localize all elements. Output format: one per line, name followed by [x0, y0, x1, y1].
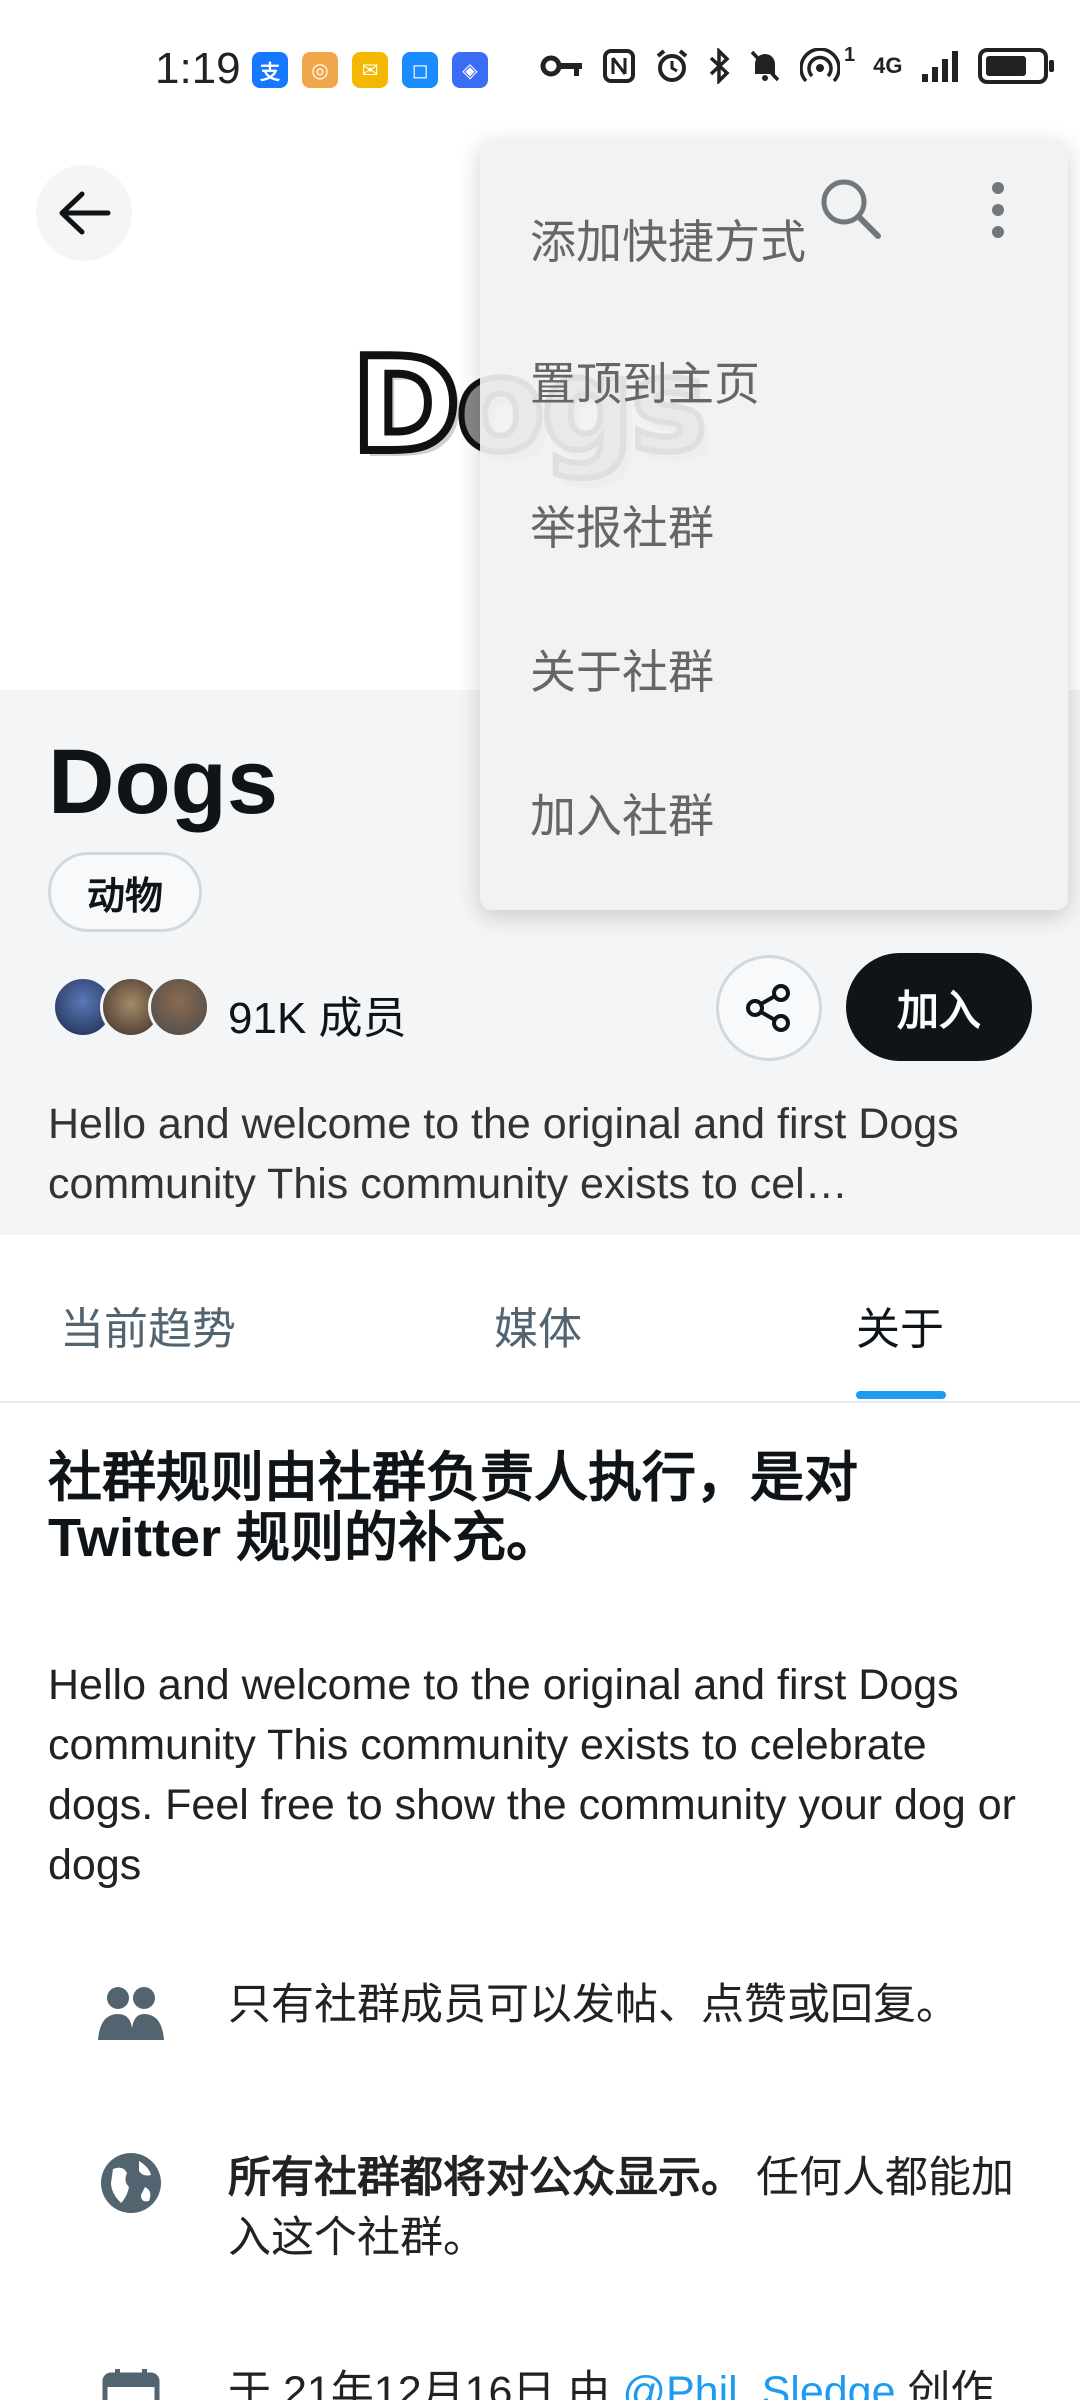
share-icon — [746, 984, 790, 1032]
rule-bold-text: 所有社群都将对公众显示。 — [228, 2154, 744, 2202]
rule-text: 所有社群都将对公众显示。 任何人都能加入这个社群。 — [228, 2148, 1028, 2268]
alipay-icon: 支 — [252, 52, 288, 88]
people-icon — [96, 1979, 166, 2049]
creator-link[interactable]: @Phil_Sledge — [622, 2368, 895, 2400]
nfc-icon — [603, 49, 635, 83]
tab-media[interactable]: 媒体 — [494, 1293, 582, 1357]
tab-about[interactable]: 关于 — [856, 1293, 944, 1357]
mute-icon — [750, 50, 780, 82]
key-icon — [540, 55, 582, 77]
signal-icon — [922, 51, 959, 82]
category-chip[interactable]: 动物 — [48, 852, 203, 932]
avatar — [148, 976, 210, 1038]
status-time: 1:19 — [155, 44, 241, 93]
community-name: Dogs — [48, 731, 278, 833]
calendar-icon — [96, 2362, 166, 2400]
menu-item-pin-to-home[interactable]: 置顶到主页 — [530, 348, 760, 414]
overflow-menu: 添加快捷方式 置顶到主页 举报社群 关于社群 加入社群 — [480, 140, 1068, 910]
app-notification-icon: ◈ — [452, 52, 488, 88]
network-type: 4G — [873, 53, 903, 78]
tab-trending[interactable]: 当前趋势 — [60, 1293, 236, 1357]
join-button[interactable]: 加入 — [846, 953, 1032, 1061]
bluetooth-icon — [709, 48, 730, 84]
mail-icon: ✉ — [352, 52, 388, 88]
menu-item-add-shortcut[interactable]: 添加快捷方式 — [530, 206, 806, 272]
globe-icon — [96, 2148, 166, 2218]
tab-bar: 当前趋势 媒体 关于 — [0, 1235, 1080, 1403]
share-button[interactable] — [716, 955, 822, 1061]
rule-text: 只有社群成员可以发帖、点赞或回复。 — [228, 1981, 959, 2029]
tab-indicator — [856, 1391, 946, 1399]
rule-text: 于 21年12月16日 由 @Phil_Sledge 创作 — [228, 2362, 1028, 2400]
member-count[interactable]: 91K 成员 — [228, 982, 407, 1046]
app-notification-icon: ◎ — [302, 52, 338, 88]
alarm-icon — [656, 49, 688, 82]
menu-item-report-community[interactable]: 举报社群 — [530, 492, 714, 558]
back-button[interactable] — [36, 165, 132, 261]
logo-letter-first: D — [348, 325, 464, 485]
created-prefix: 于 21年12月16日 由 — [228, 2368, 623, 2400]
menu-item-about-community[interactable]: 关于社群 — [530, 636, 714, 702]
menu-item-join-community[interactable]: 加入社群 — [530, 780, 714, 846]
store-icon: ◻ — [402, 52, 438, 88]
signal-sup: 1 — [844, 43, 856, 66]
battery-icon — [978, 48, 1055, 84]
rules-heading: 社群规则由社群负责人执行，是对 Twitter 规则的补充。 — [48, 1448, 858, 1568]
hotspot-icon — [800, 48, 840, 83]
system-status: 1 4G — [540, 44, 1055, 84]
arrow-left-icon — [59, 191, 111, 235]
community-short-description: Hello and welcome to the original and fi… — [48, 1100, 959, 1208]
search-icon — [821, 179, 881, 239]
community-description: Hello and welcome to the original and fi… — [48, 1661, 1016, 1889]
created-suffix: 创作 — [895, 2368, 994, 2400]
notification-icons: 支 ◎ ✉ ◻ ◈ — [252, 52, 488, 88]
more-vertical-icon — [992, 182, 1004, 238]
status-bar: 1:19 支 ◎ ✉ ◻ ◈ 1 4G — [0, 0, 1080, 140]
member-avatars[interactable] — [52, 976, 210, 1038]
